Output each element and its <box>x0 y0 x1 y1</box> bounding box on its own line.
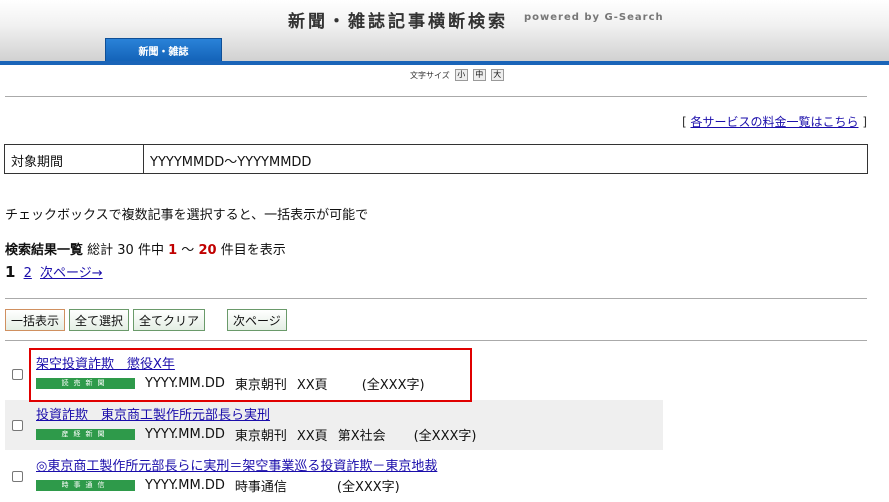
result-edition: 時事通信 <box>234 480 287 495</box>
result-from: 1 <box>168 243 178 258</box>
divider <box>5 298 867 299</box>
period-value: YYYYMMDD〜YYYYMMDD <box>150 155 312 170</box>
page-title: 新聞・雑誌記事横断検索 <box>288 12 508 32</box>
header-divider <box>0 61 889 65</box>
result-section: 第X社会 <box>337 429 386 444</box>
divider <box>5 96 867 97</box>
powered-by-label: powered by G-Search <box>524 12 664 23</box>
font-size-small-button[interactable]: 小 <box>454 69 468 81</box>
result-suffix: 件目を表示 <box>220 243 286 258</box>
result-date: YYYY.MM.DD <box>145 478 225 493</box>
highlight-box <box>29 348 472 402</box>
result-sep: 〜 <box>181 243 195 258</box>
result-date: YYYY.MM.DD <box>145 427 225 442</box>
select-all-button[interactable]: 全て選択 <box>69 309 130 331</box>
result-chars: (全XXX字) <box>413 429 477 444</box>
result-checkbox[interactable] <box>12 471 23 482</box>
bulk-view-button[interactable]: 一括表示 <box>5 309 66 331</box>
bracket-close: ] <box>858 115 867 129</box>
font-size-label: 文字サイズ <box>410 70 450 80</box>
result-heading: 検索結果一覧 <box>5 243 84 258</box>
result-checkbox[interactable] <box>12 369 23 380</box>
result-edition: 東京朝刊 <box>234 429 287 444</box>
pagination: 1 2 次ページ→ <box>5 262 103 281</box>
result-meta: 産経新聞 YYYY.MM.DD 東京朝刊 XX頁 第X社会 (全XXX字) <box>36 425 486 444</box>
price-list-link[interactable]: 各サービスの料金一覧はこちら <box>690 115 858 129</box>
action-buttons: 一括表示 全て選択 全てクリア 次ページ <box>5 309 287 331</box>
result-row: ◎東京商工製作所元部長らに実刑＝架空事業巡る投資詐欺－東京地裁 時事通信 YYY… <box>5 451 663 501</box>
result-summary: 検索結果一覧 総計 30 件中 1 〜 20 件目を表示 <box>5 239 286 258</box>
font-size-large-button[interactable]: 大 <box>490 69 504 81</box>
result-chars: (全XXX字) <box>336 480 400 495</box>
checkbox-hint: チェックボックスで複数記事を選択すると、一括表示が可能で <box>5 208 369 223</box>
source-badge: 時事通信 <box>36 480 135 491</box>
next-page-button[interactable]: 次ページ <box>227 309 287 331</box>
app-header: 新聞・雑誌記事横断検索 powered by G-Search 新聞・雑誌 <box>0 0 889 63</box>
period-table: 対象期間 YYYYMMDD〜YYYYMMDD <box>4 144 868 174</box>
font-size-control: 文字サイズ 小 中 大 <box>410 69 504 81</box>
page-2-link[interactable]: 2 <box>24 266 32 281</box>
current-page: 1 <box>5 263 16 281</box>
result-row: 投資詐欺 東京商工製作所元部長ら実刑 産経新聞 YYYY.MM.DD 東京朝刊 … <box>5 400 663 450</box>
result-to: 20 <box>198 243 217 258</box>
source-badge: 産経新聞 <box>36 429 135 440</box>
font-size-medium-button[interactable]: 中 <box>472 69 486 81</box>
clear-all-button[interactable]: 全てクリア <box>133 309 206 331</box>
divider <box>5 340 867 341</box>
result-title-link[interactable]: 投資詐欺 東京商工製作所元部長ら実刑 <box>36 404 270 423</box>
result-page: XX頁 <box>296 429 328 444</box>
result-total: 総計 30 件中 <box>87 243 164 258</box>
period-label: 対象期間 <box>5 145 144 173</box>
tab-newspaper-magazine[interactable]: 新聞・雑誌 <box>105 38 222 62</box>
next-page-link[interactable]: 次ページ→ <box>40 266 103 281</box>
result-meta: 時事通信 YYYY.MM.DD 時事通信 (全XXX字) <box>36 476 410 495</box>
price-list-link-wrap: [ 各サービスの料金一覧はこちら ] <box>682 113 867 130</box>
result-checkbox[interactable] <box>12 420 23 431</box>
result-title-link[interactable]: ◎東京商工製作所元部長らに実刑＝架空事業巡る投資詐欺－東京地裁 <box>36 455 437 474</box>
